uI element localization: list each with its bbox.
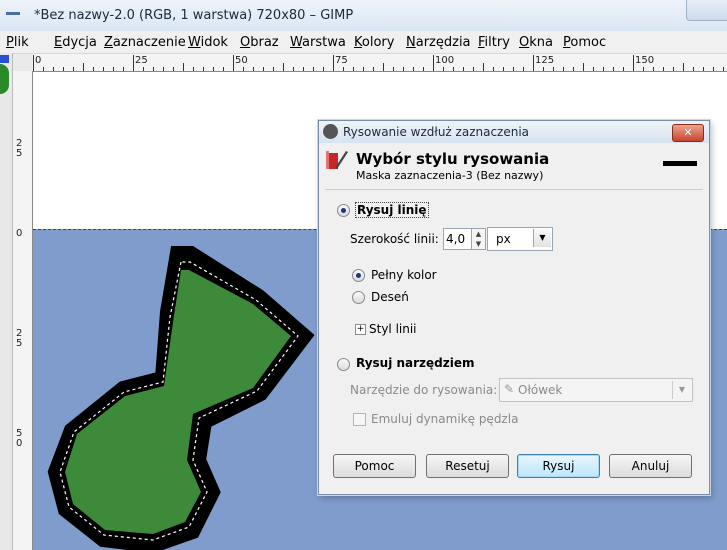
emulate-dynamics-checkbox[interactable] (353, 413, 366, 426)
window-controls[interactable] (686, 0, 727, 21)
menu-filtry[interactable]: Filtry (478, 35, 510, 50)
expander-icon[interactable]: + (355, 324, 366, 335)
ruler-label: 75 (335, 55, 348, 66)
chevron-down-icon[interactable]: ▼ (533, 229, 551, 247)
paint-stroke-icon (326, 151, 348, 169)
pattern-radio[interactable] (352, 291, 365, 304)
spin-up-icon[interactable]: ▲ (472, 229, 485, 239)
menu-okna[interactable]: Okna (519, 35, 553, 50)
menu-narzedzia[interactable]: Narzędzia (406, 35, 471, 50)
unit-value: px (496, 232, 511, 246)
stroke-tool-label[interactable]: Rysuj narzędziem (356, 356, 475, 370)
background-blue-mark (0, 55, 9, 63)
menu-pomoc[interactable]: Pomoc (563, 35, 606, 50)
close-button[interactable]: ✕ (672, 124, 704, 142)
pencil-icon: ✎ (504, 382, 515, 396)
stroked-shape (47, 246, 315, 550)
dialog-titlebar[interactable]: Rysowanie wzdłuż zaznaczenia ✕ (319, 121, 709, 143)
dialog-subheading: Maska zaznaczenia-3 (Bez nazwy) (356, 169, 544, 182)
dialog-heading: Wybór stylu rysowania (356, 150, 550, 168)
menu-zaznaczenie[interactable]: Zaznaczenie (104, 35, 186, 50)
stroke-line-radio[interactable] (337, 204, 350, 217)
stroke-selection-dialog: Rysowanie wzdłuż zaznaczenia ✕ Wybór sty… (318, 120, 710, 495)
ruler-label: 25 (135, 55, 148, 66)
pattern-label[interactable]: Deseń (371, 290, 409, 304)
solid-color-label[interactable]: Pełny kolor (371, 268, 437, 282)
ruler-corner[interactable] (13, 54, 33, 72)
background-green-mark (0, 64, 9, 94)
gimp-icon (323, 124, 338, 139)
chevron-down-icon[interactable]: ▼ (672, 381, 691, 399)
paint-tool-select[interactable]: ✎ Ołówek ▼ (499, 378, 693, 402)
emulate-dynamics-label[interactable]: Emuluj dynamikę pędzla (371, 412, 518, 426)
window-title: *Bez nazwy-2.0 (RGB, 1 warstwa) 720x80 –… (34, 8, 354, 23)
menu-obraz[interactable]: Obraz (240, 35, 279, 50)
menu-widok[interactable]: Widok (188, 35, 228, 50)
vertical-ruler[interactable]: 2 5 0 2 5 5 0 (13, 71, 33, 550)
unit-select[interactable]: px ▼ (487, 227, 553, 251)
ruler-label: 50 (235, 55, 248, 66)
stroke-tool-radio[interactable] (337, 358, 350, 371)
spin-down-icon[interactable]: ▼ (472, 239, 485, 249)
separator (325, 189, 703, 190)
menu-kolory[interactable]: Kolory (354, 35, 394, 50)
paint-tool-value: Ołówek (518, 383, 563, 397)
ruler-label: 5 0 (16, 428, 23, 449)
paint-tool-label: Narzędzie do rysowania: (350, 383, 498, 397)
menu-bar: Plik Edycja Zaznaczenie Widok Obraz Wars… (0, 31, 727, 54)
menu-warstwa[interactable]: Warstwa (290, 35, 346, 50)
help-button[interactable]: Pomoc (333, 454, 416, 478)
horizontal-ruler[interactable]: 0 25 50 75 100 125 150 (32, 54, 727, 72)
line-width-spinner[interactable]: ▲ ▼ (471, 228, 486, 250)
dialog-title: Rysowanie wzdłuż zaznaczenia (343, 125, 530, 139)
stroke-button[interactable]: Rysuj (517, 454, 600, 478)
ruler-label: 2 5 (16, 138, 23, 159)
window-titlebar[interactable]: *Bez nazwy-2.0 (RGB, 1 warstwa) 720x80 –… (0, 0, 727, 32)
menu-edycja[interactable]: Edycja (54, 35, 97, 50)
ruler-label: 0 (35, 55, 42, 66)
close-icon: ✕ (683, 126, 693, 139)
line-style-expander-label[interactable]: Styl linii (369, 322, 417, 336)
solid-color-radio[interactable] (352, 269, 365, 282)
ruler-label: 0 (16, 228, 23, 239)
ruler-label: 2 5 (16, 328, 23, 349)
cancel-button[interactable]: Anuluj (609, 454, 692, 478)
ruler-label: 100 (435, 55, 455, 66)
stroke-preview (663, 161, 697, 166)
reset-button[interactable]: Resetuj (426, 454, 509, 478)
menu-plik[interactable]: Plik (6, 35, 29, 50)
ruler-label: 125 (535, 55, 555, 66)
app-menu-icon[interactable] (6, 12, 20, 15)
stroke-line-label[interactable]: Rysuj linię (355, 202, 429, 218)
line-width-label: Szerokość linii: (350, 232, 439, 246)
background-window-strip (0, 53, 13, 550)
ruler-label: 150 (635, 55, 655, 66)
